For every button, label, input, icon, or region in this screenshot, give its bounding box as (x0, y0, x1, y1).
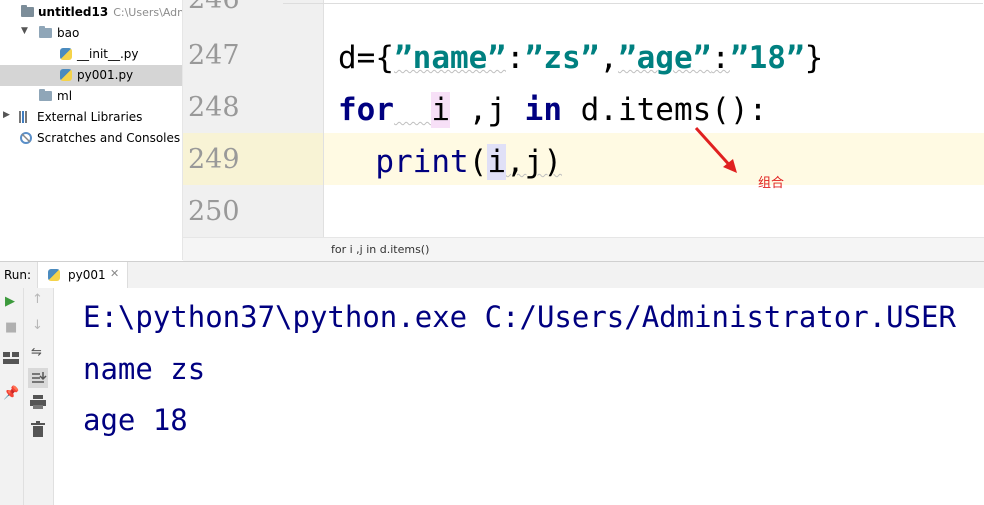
keyword: for (338, 92, 394, 128)
tree-item-label: External Libraries (37, 110, 143, 124)
identifier-highlight: i (431, 92, 450, 128)
keyword: in (524, 92, 562, 128)
run-toolbar: Run: py001 ✕ (0, 261, 984, 289)
print-icon[interactable] (30, 395, 46, 413)
trash-icon[interactable] (31, 421, 45, 441)
scratches-icon (19, 131, 33, 144)
project-name: untitled13 (38, 5, 109, 19)
library-icon (19, 111, 33, 123)
line-number: 247 (188, 40, 240, 71)
breadcrumb[interactable]: for i ,j in d.items() (183, 237, 984, 261)
console-output[interactable]: E:\python37\python.exe C:/Users/Administ… (54, 288, 984, 505)
run-tab-label: py001 (68, 268, 106, 282)
console-line: E:\python37\python.exe C:/Users/Administ… (83, 300, 956, 334)
console-line: age 18 (83, 403, 188, 437)
chevron-down-icon[interactable]: ▼ (21, 26, 28, 36)
soft-wrap-icon[interactable]: ⇋ (31, 345, 42, 360)
pin-icon[interactable]: 📌 (3, 386, 19, 401)
folder-icon (21, 5, 34, 17)
run-label: Run: (4, 268, 32, 282)
string-literal: ”age” (617, 40, 712, 76)
line-number: 248 (188, 92, 240, 123)
tree-item-init[interactable]: __init__.py (0, 44, 182, 65)
folder-icon (39, 89, 52, 101)
python-file-icon (60, 69, 72, 81)
code-line-248[interactable]: for i ,j in d.items(): (338, 92, 767, 128)
run-side-toolbar: ▶ ■ 📌 (0, 288, 24, 505)
console-side-toolbar: ↑ ↓ ⇋ (24, 288, 54, 505)
line-number: 250 (188, 196, 240, 227)
tree-item-label: __init__.py (77, 47, 139, 61)
tree-item-label: Scratches and Consoles (37, 131, 181, 145)
project-tree: untitled13 C:\Users\Adm ▼ bao __init__.py… (0, 0, 183, 260)
python-file-icon (60, 48, 72, 60)
run-tab-py001[interactable]: py001 ✕ (37, 262, 128, 288)
code-line-249[interactable]: print(i,j) (338, 144, 562, 180)
folder-icon (39, 26, 52, 38)
tree-item-scratches[interactable]: Scratches and Consoles (0, 128, 182, 149)
line-number: 246 (188, 0, 240, 15)
chevron-right-icon[interactable]: ▶ (3, 110, 10, 120)
tree-item-label: py001.py (77, 68, 134, 82)
string-literal: ”name” (394, 40, 506, 76)
tree-item-bao[interactable]: ▼ bao (0, 23, 182, 44)
close-icon[interactable]: ✕ (110, 267, 119, 280)
string-literal: ”18” (729, 40, 805, 76)
down-arrow-icon[interactable]: ↓ (32, 318, 43, 333)
rerun-icon[interactable]: ▶ (5, 294, 15, 309)
tree-item-ml[interactable]: ml (0, 86, 182, 107)
scroll-to-end-icon[interactable] (28, 368, 48, 388)
tree-item-label: ml (57, 89, 73, 103)
stop-icon[interactable]: ■ (5, 320, 17, 335)
layout-icon[interactable] (3, 352, 19, 368)
console-line: name zs (83, 352, 206, 386)
current-line-highlight (183, 133, 984, 185)
project-path: C:\Users\Adm (113, 6, 182, 19)
annotation-label: 组合 (758, 176, 785, 191)
line-number: 249 (188, 144, 240, 175)
builtin-function: print (375, 144, 469, 180)
code-line-247[interactable]: d={”name”:”zs”,”age”:”18”} (338, 40, 823, 76)
python-file-icon (48, 269, 60, 281)
tree-root[interactable]: untitled13 C:\Users\Adm (0, 2, 182, 23)
annotation-arrow (694, 126, 737, 173)
code-editor[interactable]: 246 247 248 249 250 d={”name”:”zs”,”age”… (183, 0, 984, 261)
identifier-highlight: i (487, 144, 506, 180)
tree-item-label: bao (57, 26, 80, 40)
tree-item-external-libraries[interactable]: ▶ External Libraries (0, 107, 182, 128)
up-arrow-icon[interactable]: ↑ (32, 292, 43, 307)
tree-item-py001[interactable]: py001.py (0, 65, 182, 86)
string-literal: ”zs” (524, 40, 600, 76)
